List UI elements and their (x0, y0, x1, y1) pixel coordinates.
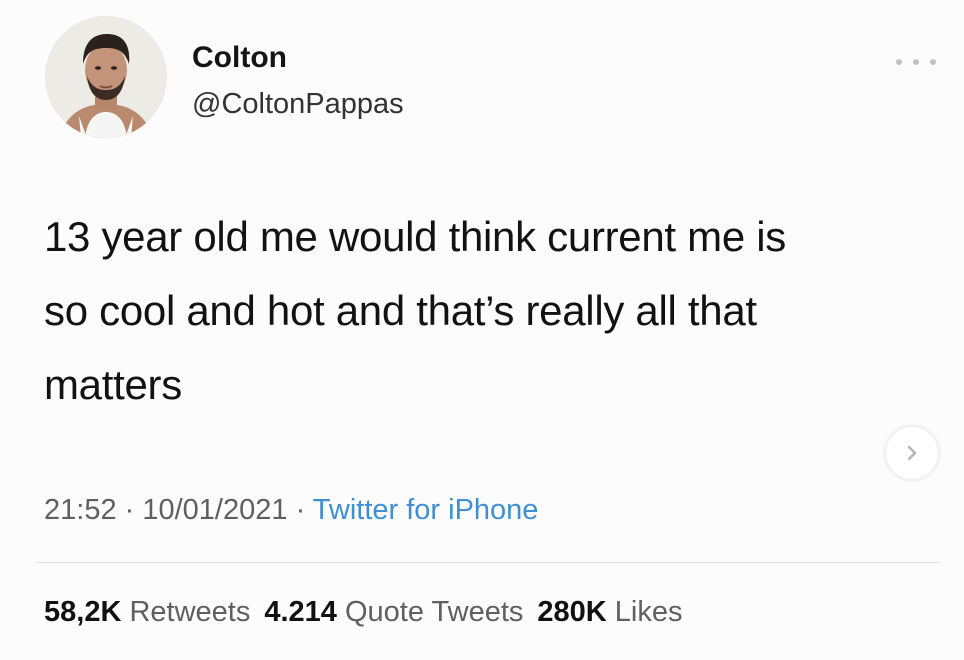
avatar[interactable] (45, 16, 167, 138)
avatar-photo-icon (45, 16, 167, 138)
more-options-button[interactable] (896, 50, 936, 74)
likes-label: Likes (614, 596, 683, 628)
chevron-right-icon (907, 445, 917, 461)
divider (36, 562, 940, 563)
tweet-metadata: 21:52 · 10/01/2021 · Twitter for iPhone (44, 490, 538, 530)
more-horizontal-icon-dot (930, 59, 936, 65)
tweet-date: 10/01/2021 (142, 494, 288, 526)
tweet-text: 13 year old me would think current me is… (44, 200, 924, 422)
tweet-text-line: so cool and hot and that’s really all th… (44, 287, 757, 334)
tweet-card: Colton @ColtonPappas 13 year old me woul… (0, 0, 964, 660)
likes-stat[interactable]: 280K Likes (537, 596, 682, 628)
more-horizontal-icon (896, 59, 902, 65)
meta-separator: · (116, 494, 143, 526)
quote-tweets-count: 4.214 (264, 596, 337, 628)
tweet-text-line: matters (44, 361, 182, 408)
author-handle[interactable]: @ColtonPappas (192, 86, 404, 122)
more-horizontal-icon-dot (913, 59, 919, 65)
meta-separator: · (287, 494, 313, 526)
retweets-stat[interactable]: 58,2K Retweets (44, 596, 250, 628)
retweets-label: Retweets (129, 596, 251, 628)
likes-count: 280K (537, 596, 607, 628)
tweet-stats: 58,2K Retweets 4.214 Quote Tweets 280K Lik… (44, 592, 682, 632)
quote-tweets-label: Quote Tweets (344, 596, 524, 628)
retweets-count: 58,2K (44, 596, 122, 628)
author-name[interactable]: Colton (192, 40, 287, 76)
tweet-text-line: 13 year old me would think current me is (44, 213, 787, 260)
tweet-source-link[interactable]: Twitter for iPhone (313, 494, 539, 526)
tweet-time: 21:52 (44, 494, 117, 526)
quote-tweets-stat[interactable]: 4.214 Quote Tweets (264, 596, 523, 628)
next-slide-button[interactable] (886, 427, 938, 479)
